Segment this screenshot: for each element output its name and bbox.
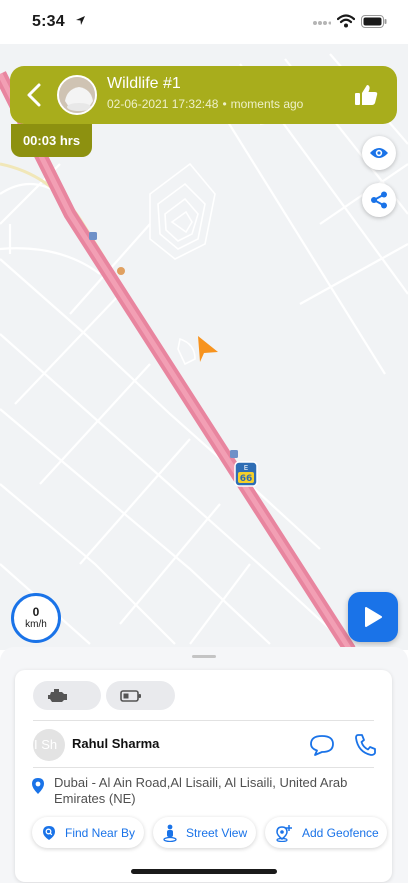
svg-text:66: 66: [240, 474, 253, 484]
street-view-label: Street View: [186, 825, 248, 840]
route-shield-icon: 66 E: [234, 461, 258, 487]
divider: [33, 767, 374, 768]
street-view-icon: [163, 824, 177, 842]
wifi-icon: [337, 14, 355, 28]
view-toggle-button[interactable]: [362, 136, 396, 170]
engine-icon: [48, 688, 67, 702]
share-icon: [371, 191, 387, 209]
home-indicator: [131, 869, 277, 874]
vehicle-address: Dubai - Al Ain Road,Al Lisaili, Al Lisai…: [54, 775, 348, 806]
speed-unit: km/h: [25, 619, 47, 630]
find-near-by-label: Find Near By: [65, 825, 136, 840]
search-location-icon: [43, 825, 55, 840]
location-pin-icon: [32, 778, 44, 794]
driver-name: Rahul Sharma: [72, 736, 160, 751]
speed-gauge: 0 km/h: [11, 593, 61, 643]
add-geofence-icon: [276, 824, 292, 842]
vehicle-header-card: Wildlife #1 02-06-2021 17:32:48 • moments …: [10, 66, 397, 124]
thumbs-up-icon[interactable]: [353, 82, 379, 108]
trip-duration: 00:03 hrs: [11, 124, 92, 157]
battery-status-chip: [106, 681, 175, 710]
eye-icon: [370, 148, 388, 158]
phone-icon[interactable]: [354, 733, 376, 757]
vehicle-info-card: I Sh Rahul Sharma Dubai - Al Ain Road,Al…: [15, 670, 392, 882]
share-button[interactable]: [362, 183, 396, 217]
status-bar: 5:34: [0, 0, 408, 44]
street-view-button[interactable]: Street View: [153, 817, 256, 848]
bottom-sheet: I Sh Rahul Sharma Dubai - Al Ain Road,Al…: [0, 647, 408, 883]
svg-text:E: E: [244, 464, 248, 472]
add-geofence-button[interactable]: Add Geofence: [265, 817, 387, 848]
location-arrow-icon: [76, 16, 85, 25]
chat-icon[interactable]: [309, 733, 335, 757]
driver-initials: I Sh: [34, 737, 58, 752]
last-update-relative: moments ago: [230, 97, 304, 111]
add-geofence-label: Add Geofence: [302, 825, 379, 840]
vehicle-title: Wildlife #1: [107, 75, 181, 92]
find-near-by-button[interactable]: Find Near By: [32, 817, 144, 848]
playback-button[interactable]: [348, 592, 398, 642]
signal-icon: [313, 21, 331, 25]
driver-avatar: I Sh: [33, 729, 65, 761]
battery-icon: [120, 689, 141, 702]
divider: [33, 720, 374, 721]
last-update-datetime: 02-06-2021 17:32:48: [107, 97, 219, 111]
speed-value: 0: [32, 605, 40, 619]
back-arrow-icon[interactable]: [24, 82, 46, 108]
vehicle-avatar: [57, 75, 97, 115]
header-subtitle: 02-06-2021 17:32:48 • moments ago: [107, 97, 303, 111]
engine-status-chip: [33, 681, 101, 710]
vehicle-marker-icon: [198, 336, 218, 362]
status-time: 5:34: [32, 13, 65, 30]
separator: •: [222, 97, 227, 111]
play-icon: [365, 607, 382, 627]
sheet-drag-handle[interactable]: [192, 655, 216, 658]
battery-status-icon: [361, 15, 387, 28]
